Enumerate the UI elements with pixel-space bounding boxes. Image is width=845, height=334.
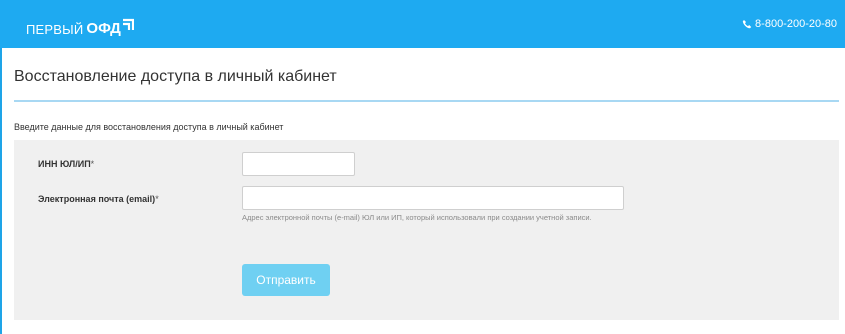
left-border <box>0 48 2 334</box>
email-label: Электронная почта (email)* <box>38 194 159 204</box>
required-mark: * <box>90 159 95 169</box>
submit-button[interactable]: Отправить <box>242 264 330 296</box>
phone-contact[interactable]: 8-800-200-20-80 <box>742 17 837 31</box>
inn-label: ИНН ЮЛ/ИП* <box>38 159 95 169</box>
logo-prefix-text: ПЕРВЫЙ <box>26 22 84 37</box>
page-title: Восстановление доступа в личный кабинет <box>14 68 337 85</box>
email-input[interactable] <box>242 186 624 210</box>
phone-icon <box>742 20 752 29</box>
logo-main-text: ОФД <box>86 20 121 37</box>
logo[interactable]: ПЕРВЫЙ ОФД <box>26 15 134 37</box>
top-header-bar: ПЕРВЫЙ ОФД 8-800-200-20-80 <box>0 0 845 48</box>
email-hint: Адрес электронной почты (e-mail) ЮЛ или … <box>242 213 592 222</box>
form-panel: ИНН ЮЛ/ИП* Электронная почта (email)* Ад… <box>14 140 839 320</box>
intro-text: Введите данные для восстановления доступ… <box>14 122 284 132</box>
inn-input[interactable] <box>242 152 355 176</box>
phone-number: 8-800-200-20-80 <box>755 18 837 30</box>
title-divider <box>14 100 839 102</box>
required-mark: * <box>155 194 159 204</box>
logo-mark-icon <box>122 18 134 30</box>
